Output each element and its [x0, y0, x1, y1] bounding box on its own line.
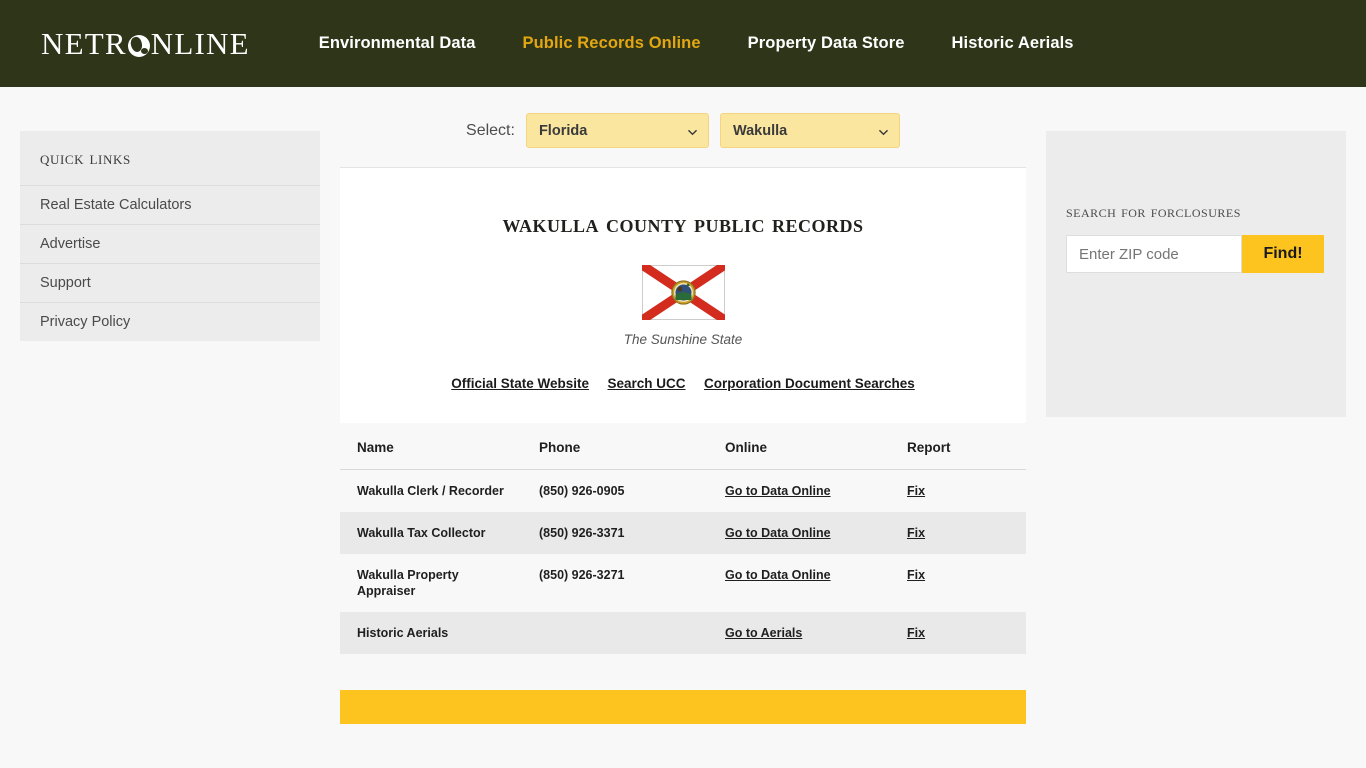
sidebar-item-support[interactable]: Support: [20, 263, 320, 302]
table-row: Wakulla Tax Collector (850) 926-3371 Go …: [340, 512, 1026, 554]
link-go-to-data-online[interactable]: Go to Data Online: [725, 484, 831, 498]
table-row: Historic Aerials Go to Aerials Fix: [340, 612, 1026, 654]
quick-links-panel: Quick Links Real Estate Calculators Adve…: [20, 131, 320, 341]
flag-caption: The Sunshine State: [623, 332, 743, 347]
page-title: Wakulla County Public Records: [502, 209, 864, 238]
link-fix[interactable]: Fix: [907, 568, 925, 582]
cell-phone: [522, 612, 708, 654]
link-go-to-aerials[interactable]: Go to Aerials: [725, 626, 802, 640]
cell-report: Fix: [890, 469, 1026, 512]
quick-links-title: Quick Links: [40, 148, 131, 169]
site-header: NETR NLINE Environmental Data Public Reco…: [0, 0, 1366, 87]
chevron-down-icon: [879, 129, 888, 135]
chevron-down-icon: [688, 129, 697, 135]
column-header-name: Name: [340, 426, 522, 470]
sidebar-item-advertise[interactable]: Advertise: [20, 224, 320, 263]
cell-phone: (850) 926-0905: [522, 469, 708, 512]
state-select-value: Florida: [538, 122, 588, 139]
cell-report: Fix: [890, 612, 1026, 654]
nav-item-environmental-data[interactable]: Environmental Data: [319, 34, 476, 53]
table-header-row: Name Phone Online Report: [340, 426, 1026, 470]
main-content: Select: Florida Wakulla Wakulla County P…: [340, 87, 1026, 724]
cell-name: Historic Aerials: [340, 612, 522, 654]
cell-name: Wakulla Tax Collector: [340, 512, 522, 554]
globe-icon: [127, 34, 150, 57]
cell-name: Wakulla Clerk / Recorder: [340, 469, 522, 512]
column-header-report: Report: [890, 426, 1026, 470]
link-fix[interactable]: Fix: [907, 484, 925, 498]
find-button[interactable]: Find!: [1242, 235, 1324, 273]
sidebar-item-privacy-policy[interactable]: Privacy Policy: [20, 302, 320, 341]
foreclosure-search-title: Search for Forclosures: [1066, 202, 1241, 221]
cell-online: Go to Data Online: [708, 512, 890, 554]
link-official-state-website[interactable]: Official State Website: [451, 376, 589, 391]
zip-code-input[interactable]: [1066, 235, 1242, 273]
state-flag-block: The Sunshine State: [340, 265, 1026, 347]
cell-online: Go to Aerials: [708, 612, 890, 654]
netronline-logo[interactable]: NETR NLINE: [41, 26, 250, 62]
link-search-ucc[interactable]: Search UCC: [607, 376, 685, 391]
cell-phone: (850) 926-3371: [522, 512, 708, 554]
link-go-to-data-online[interactable]: Go to Data Online: [725, 526, 831, 540]
florida-state-flag-icon: [641, 265, 725, 320]
records-card: Wakulla County Public Records The Sunshi…: [340, 167, 1026, 423]
records-table: Name Phone Online Report Wakulla Clerk /…: [340, 426, 1026, 654]
nav-item-historic-aerials[interactable]: Historic Aerials: [952, 34, 1074, 53]
sidebar-item-real-estate-calculators[interactable]: Real Estate Calculators: [20, 185, 320, 224]
cell-name: Wakulla Property Appraiser: [340, 554, 522, 612]
state-links-row: Official State Website Search UCC Corpor…: [340, 347, 1026, 393]
table-row: Wakulla Property Appraiser (850) 926-327…: [340, 554, 1026, 612]
column-header-online: Online: [708, 426, 890, 470]
nav-item-property-data-store[interactable]: Property Data Store: [748, 34, 905, 53]
link-fix[interactable]: Fix: [907, 626, 925, 640]
foreclosure-search-panel: Search for Forclosures Find!: [1046, 131, 1346, 417]
logo-text-post: NLINE: [150, 25, 250, 61]
link-fix[interactable]: Fix: [907, 526, 925, 540]
main-nav: Environmental Data Public Records Online…: [319, 34, 1074, 53]
column-header-phone: Phone: [522, 426, 708, 470]
cell-report: Fix: [890, 512, 1026, 554]
promo-banner[interactable]: [340, 690, 1026, 724]
select-label: Select:: [466, 121, 515, 139]
page-body: Quick Links Real Estate Calculators Adve…: [0, 87, 1366, 768]
cell-report: Fix: [890, 554, 1026, 612]
location-selector-row: Select: Florida Wakulla: [340, 87, 1026, 167]
county-select-value: Wakulla: [732, 122, 788, 139]
county-select[interactable]: Wakulla: [719, 113, 900, 148]
foreclosure-search-form: Find!: [1046, 235, 1346, 273]
table-row: Wakulla Clerk / Recorder (850) 926-0905 …: [340, 469, 1026, 512]
link-corporation-document-searches[interactable]: Corporation Document Searches: [704, 376, 915, 391]
link-go-to-data-online[interactable]: Go to Data Online: [725, 568, 831, 582]
cell-online: Go to Data Online: [708, 469, 890, 512]
nav-item-public-records-online[interactable]: Public Records Online: [523, 34, 701, 53]
cell-online: Go to Data Online: [708, 554, 890, 612]
state-select[interactable]: Florida: [525, 113, 709, 148]
cell-phone: (850) 926-3271: [522, 554, 708, 612]
logo-text-pre: NETR: [41, 25, 127, 61]
